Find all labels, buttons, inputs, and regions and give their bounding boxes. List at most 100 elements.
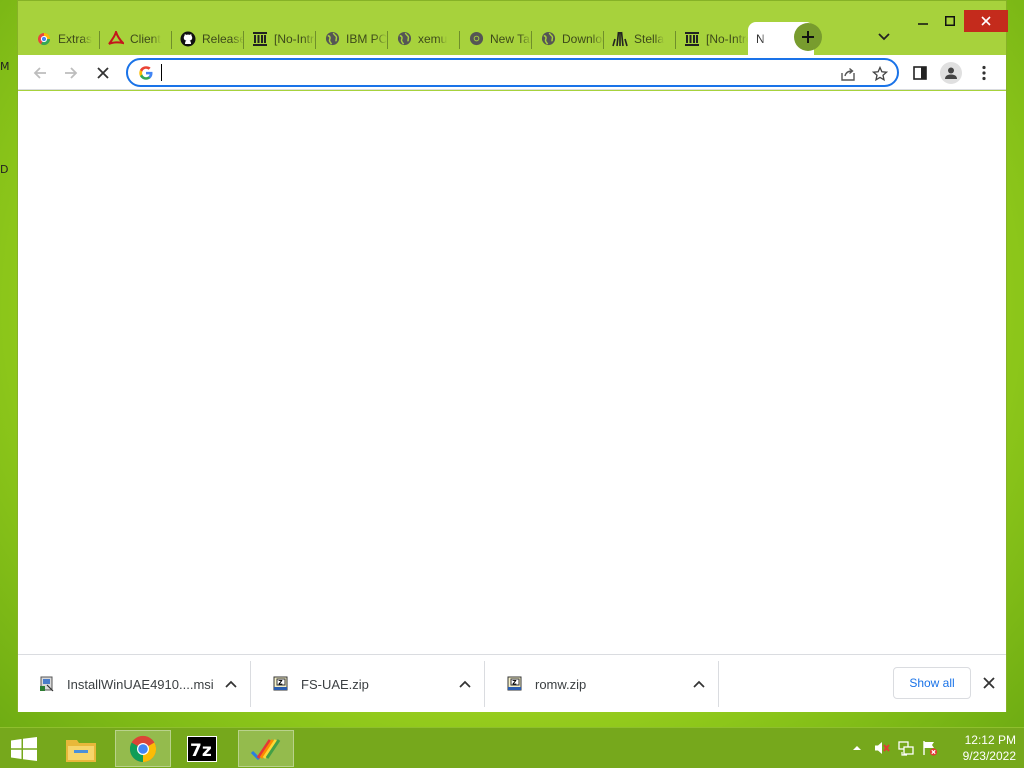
acrobat-icon: [108, 30, 124, 47]
omnibox-input[interactable]: [161, 63, 821, 83]
google-icon: [139, 66, 153, 80]
7zip-archive-icon: Z: [272, 675, 290, 693]
download-filename: romw.zip: [535, 677, 587, 692]
download-shelf: InstallWinUAE4910....msi Z FS-UAE.zip Z …: [18, 654, 1006, 712]
download-item[interactable]: InstallWinUAE4910....msi: [18, 661, 251, 707]
show-all-downloads-button[interactable]: Show all: [893, 667, 971, 699]
minimize-button[interactable]: [908, 11, 938, 31]
menu-button[interactable]: [971, 60, 997, 86]
plus-icon: [802, 31, 814, 43]
chevron-down-icon: [878, 33, 890, 41]
bookmark-button[interactable]: [870, 64, 890, 84]
divider: [718, 661, 719, 707]
svg-text:Z: Z: [278, 679, 283, 686]
taskbar-7zip[interactable]: 7z: [174, 730, 230, 767]
tab[interactable]: Stella: [604, 22, 676, 55]
share-icon: [841, 67, 855, 81]
tab[interactable]: Extras: [28, 22, 100, 55]
download-item[interactable]: Z FS-UAE.zip: [252, 661, 485, 707]
svg-text:7z: 7z: [190, 741, 212, 761]
close-icon: [983, 677, 995, 689]
windows-logo-icon: [11, 736, 37, 761]
tab[interactable]: New Tab: [460, 22, 532, 55]
svg-text:Z: Z: [512, 679, 517, 686]
desktop-icon-label-d: D: [0, 163, 9, 176]
7zip-archive-icon: Z: [506, 675, 524, 693]
github-icon: [180, 31, 196, 47]
tab[interactable]: IBM PC: [316, 22, 388, 55]
msi-installer-icon: [38, 675, 56, 693]
new-tab-button[interactable]: [794, 23, 822, 51]
tab-title: N: [756, 31, 765, 46]
desktop-icon-label-m: M: [0, 60, 10, 73]
maximize-button[interactable]: [935, 11, 965, 31]
globe-icon: [396, 31, 412, 47]
tab-title: Client: [130, 31, 161, 46]
chrome-icon: [468, 31, 484, 47]
forward-arrow-icon: [65, 67, 78, 79]
star-icon: [872, 66, 888, 82]
tab-title: New Tab: [490, 31, 532, 46]
show-hidden-icons-button[interactable]: [849, 740, 865, 756]
back-button[interactable]: [27, 60, 53, 86]
forward-button[interactable]: [58, 60, 84, 86]
tab[interactable]: [No-Intro]: [244, 22, 316, 55]
side-panel-button[interactable]: [907, 60, 933, 86]
clock-date: 9/23/2022: [962, 749, 1016, 763]
tab-title: Downloads: [562, 31, 604, 46]
globe-icon: [540, 31, 556, 47]
tab-title: IBM PC: [346, 31, 388, 46]
chevron-up-icon[interactable]: [457, 676, 473, 692]
tab-title: Extras: [58, 31, 93, 46]
start-button[interactable]: [0, 730, 48, 767]
tab[interactable]: [No-Intro]: [676, 22, 748, 55]
tab-strip: Extras Client Releases: [28, 20, 814, 55]
chevron-up-icon[interactable]: [223, 676, 239, 692]
divider: [250, 661, 251, 707]
minimize-icon: [918, 23, 928, 25]
system-clock[interactable]: 12:12 PM 9/23/2022: [944, 732, 1016, 764]
browser-window: Extras Client Releases: [17, 0, 1008, 712]
toolbar: [18, 55, 1006, 90]
chevron-up-icon[interactable]: [691, 676, 707, 692]
taskbar: 7z 12:12 PM 9/23/2022: [0, 727, 1024, 768]
tab-title: [No-Intro]: [274, 31, 316, 46]
clock-time: 12:12 PM: [964, 733, 1016, 747]
title-bar: Extras Client Releases: [18, 1, 1008, 55]
profile-button[interactable]: [938, 60, 964, 86]
download-filename: FS-UAE.zip: [301, 677, 369, 692]
close-shelf-button[interactable]: [979, 673, 999, 693]
taskbar-file-explorer[interactable]: [53, 730, 109, 767]
close-window-button[interactable]: [964, 10, 1008, 32]
folder-icon: [66, 739, 96, 762]
download-item[interactable]: Z romw.zip: [486, 661, 719, 707]
tab[interactable]: Downloads: [532, 22, 604, 55]
volume-muted-icon[interactable]: [874, 740, 890, 756]
tab[interactable]: xemu: [388, 22, 460, 55]
7zip-icon: 7z: [187, 735, 217, 762]
close-icon: [981, 16, 991, 26]
taskbar-winuae[interactable]: [238, 730, 294, 767]
archive-org-icon: [684, 31, 700, 47]
tab-search-button[interactable]: [874, 27, 894, 47]
taskbar-chrome[interactable]: [115, 730, 171, 767]
stop-loading-button[interactable]: [90, 60, 116, 86]
divider: [484, 661, 485, 707]
tab-title: Stella: [634, 31, 665, 46]
tab-title: [No-Intro]: [706, 31, 748, 46]
action-center-alert-icon[interactable]: [922, 740, 938, 756]
tab[interactable]: Releases: [172, 22, 244, 55]
person-icon: [945, 67, 957, 79]
address-bar[interactable]: [126, 58, 899, 87]
globe-icon: [324, 31, 340, 47]
network-icon[interactable]: [898, 740, 914, 756]
maximize-icon: [945, 16, 955, 26]
tab[interactable]: Client: [100, 22, 172, 55]
stella-icon: [612, 31, 628, 47]
amiga-checkmark-icon: [250, 738, 281, 760]
tab-title: Releases: [202, 31, 244, 46]
share-button[interactable]: [838, 64, 858, 84]
side-panel-icon: [913, 66, 927, 80]
download-filename: InstallWinUAE4910....msi: [67, 677, 214, 692]
tab-title: xemu: [418, 31, 448, 46]
